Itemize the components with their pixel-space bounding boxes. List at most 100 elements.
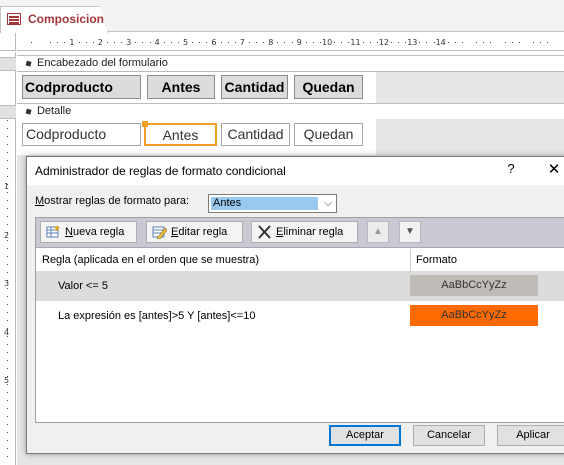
- ruler-dot: [7, 424, 8, 425]
- ruler-dot: [7, 312, 8, 313]
- detail-empty-area: [376, 119, 564, 155]
- ruler-dot: [234, 42, 236, 43]
- ruler-dot: [540, 42, 541, 43]
- document-tab[interactable]: Composicion: [0, 6, 108, 33]
- rule-row[interactable]: La expresión es [antes]>5 Y [antes]<=10 …: [36, 301, 564, 331]
- ruler-number: 14: [435, 38, 446, 47]
- ruler-dot: [305, 42, 307, 43]
- ruler-dot: [7, 448, 8, 449]
- section-title-header: Encabezado del formulario: [36, 57, 168, 69]
- ruler-dot: [227, 42, 229, 43]
- accept-button[interactable]: Aceptar: [329, 425, 401, 446]
- column-header-format[interactable]: Formato: [416, 249, 457, 271]
- ruler-dot: [7, 352, 8, 353]
- ruler-dot: [199, 42, 201, 43]
- ruler-dot: [142, 42, 144, 43]
- vertical-ruler[interactable]: 1 2 3 4 5: [0, 52, 16, 465]
- rules-toolbar: Nueva regla Editar regla Eliminar regla …: [36, 218, 564, 248]
- ruler-number: 3: [4, 279, 10, 288]
- show-rules-text: ostrar reglas de formato para:: [44, 195, 190, 207]
- ruler-dot: [7, 216, 8, 217]
- ruler-dot: [170, 42, 172, 43]
- detail-field-antes[interactable]: Antes: [144, 123, 217, 146]
- ruler-dot: [7, 200, 8, 201]
- header-label-cantidad[interactable]: Cantidad: [221, 75, 288, 99]
- selection-handle[interactable]: [142, 121, 148, 127]
- ruler-dot: [206, 42, 208, 43]
- ruler-band-detail: [0, 105, 16, 119]
- new-rule-accel: N: [65, 226, 73, 238]
- ruler-dot: [106, 42, 108, 43]
- ruler-number: 1: [4, 182, 10, 191]
- format-preview: AaBbCcYyZz: [410, 305, 538, 326]
- detail-field-quedan[interactable]: Quedan: [294, 123, 363, 146]
- ruler-dot: [504, 42, 506, 43]
- cancel-button[interactable]: Cancelar: [413, 425, 485, 446]
- ruler-number: 2: [4, 230, 10, 240]
- conditional-format-dialog: Administrador de reglas de formato condi…: [26, 156, 564, 454]
- help-icon[interactable]: ?: [503, 161, 519, 179]
- ruler-number: 6: [211, 38, 217, 47]
- ruler-dot: [7, 304, 8, 305]
- control-select[interactable]: Antes ⌵: [208, 194, 337, 213]
- ruler-number: 12: [378, 38, 389, 47]
- ruler-dot: [447, 42, 449, 43]
- header-label-quedan[interactable]: Quedan: [294, 75, 363, 99]
- ruler-dot: [419, 42, 421, 43]
- ruler-dot: [348, 42, 350, 43]
- section-bar-detail[interactable]: ◆ Detalle: [17, 103, 564, 120]
- detail-field-cantidad[interactable]: Cantidad: [221, 123, 290, 146]
- ruler-dot: [7, 136, 8, 137]
- rule-row[interactable]: Valor <= 5 AaBbCcYyZz: [36, 271, 564, 301]
- close-icon[interactable]: ✕: [543, 160, 564, 180]
- section-bar-header[interactable]: ◆ Encabezado del formulario: [17, 55, 564, 72]
- ruler-dot: [248, 42, 250, 43]
- ruler-dot: [7, 440, 8, 441]
- ruler-dot: [291, 42, 293, 43]
- ruler-dot: [433, 42, 435, 43]
- document-tab-bar: Composicion: [0, 0, 564, 33]
- header-label-antes[interactable]: Antes: [147, 75, 215, 99]
- ruler-number: 1: [69, 38, 75, 47]
- ruler-dot: [490, 42, 492, 43]
- apply-button[interactable]: Aplicar: [497, 425, 564, 446]
- ruler-dot: [461, 42, 463, 43]
- ruler-dot: [7, 120, 8, 121]
- ruler-dot: [518, 42, 520, 43]
- move-down-button[interactable]: ▼: [399, 221, 421, 243]
- ruler-dot: [256, 42, 257, 43]
- header-label-codproducto[interactable]: Codproducto: [22, 75, 141, 99]
- ruler-dot: [7, 256, 8, 257]
- move-up-button[interactable]: ▲: [367, 221, 389, 243]
- ruler-dot: [341, 42, 343, 43]
- delete-rule-button[interactable]: Eliminar regla: [251, 221, 358, 243]
- horizontal-ruler[interactable]: 1 2 3 4 5 6 7 8 9 10 11 12 13 14: [17, 33, 564, 51]
- dialog-titlebar[interactable]: Administrador de reglas de formato condi…: [27, 157, 564, 185]
- detail-band[interactable]: Codproducto Antes Cantidad Quedan: [17, 119, 564, 155]
- ruler-dot: [532, 42, 534, 43]
- ruler-dot: [31, 42, 32, 43]
- column-header-rule[interactable]: Regla (aplicada en el orden que se muest…: [42, 249, 259, 271]
- ruler-dot: [177, 42, 179, 43]
- ruler-corner[interactable]: [0, 33, 16, 51]
- edit-rule-button[interactable]: Editar regla: [146, 221, 243, 243]
- ruler-dot: [7, 272, 8, 273]
- ruler-number: 13: [407, 38, 418, 47]
- ruler-dot: [390, 42, 392, 43]
- ruler-number: 4: [4, 327, 10, 337]
- column-separator[interactable]: [410, 249, 411, 271]
- ruler-dot: [334, 42, 336, 43]
- chevron-down-icon[interactable]: ⌵: [320, 196, 335, 211]
- ruler-dot: [64, 42, 66, 43]
- new-rule-button[interactable]: Nueva regla: [40, 221, 137, 243]
- ruler-dot: [220, 42, 222, 43]
- ruler-dot: [511, 42, 513, 43]
- ruler-dot: [121, 42, 123, 43]
- ruler-dot: [7, 288, 8, 289]
- detail-field-codproducto[interactable]: Codproducto: [22, 123, 141, 146]
- ruler-dot: [398, 42, 399, 43]
- form-header-band[interactable]: Codproducto Antes Cantidad Quedan: [17, 72, 564, 103]
- section-title-detail: Detalle: [36, 105, 72, 117]
- ruler-number: 5: [183, 38, 189, 47]
- format-preview: AaBbCcYyZz: [410, 275, 538, 296]
